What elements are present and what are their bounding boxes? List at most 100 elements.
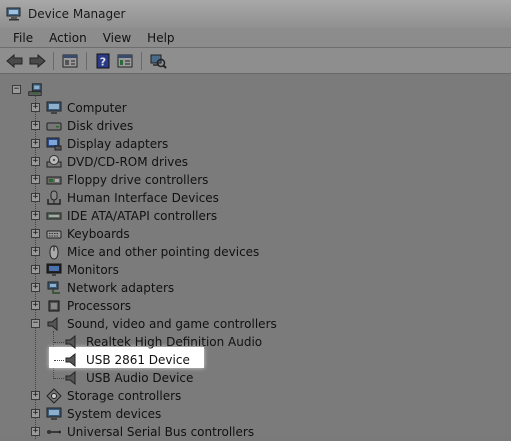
menu-action[interactable]: Action <box>41 31 95 45</box>
console-tree-button[interactable] <box>115 51 135 71</box>
expand-toggle[interactable]: + <box>31 391 40 400</box>
tree-item-processor[interactable]: + Processors <box>0 297 400 315</box>
speaker-icon <box>64 370 80 386</box>
computer-icon <box>46 100 62 116</box>
tree-child-label: Realtek High Definition Audio <box>86 335 263 349</box>
tree-item-label: Keyboards <box>67 227 130 241</box>
tree-item-label: Processors <box>67 299 132 313</box>
tree-item-mouse[interactable]: + Mice and other pointing devices <box>0 243 400 261</box>
forward-button[interactable] <box>27 51 47 71</box>
tree-child-item[interactable]: Realtek High Definition Audio <box>0 333 400 351</box>
tree-item-usb-controller[interactable]: + Universal Serial Bus controllers <box>0 423 400 441</box>
expand-toggle[interactable]: + <box>31 247 40 256</box>
storage-controller-icon <box>46 388 62 404</box>
expand-toggle[interactable]: + <box>31 139 40 148</box>
mouse-icon <box>46 244 62 260</box>
dvd-drive-icon <box>46 154 62 170</box>
menu-bar: File Action View Help <box>0 28 511 48</box>
title-bar: Device Manager <box>0 0 511 28</box>
tree-connector <box>54 378 64 379</box>
tree-item-label: Floppy drive controllers <box>67 173 209 187</box>
back-arrow-icon <box>6 53 23 68</box>
tree-item-network-adapter[interactable]: + Network adapters <box>0 279 400 297</box>
scan-hardware-button[interactable] <box>148 51 168 71</box>
expand-toggle[interactable]: + <box>31 103 40 112</box>
scan-hardware-icon <box>150 54 167 69</box>
expand-toggle[interactable]: + <box>31 301 40 310</box>
menu-file[interactable]: File <box>0 31 41 45</box>
back-button[interactable] <box>5 51 25 71</box>
tree-child-item[interactable]: USB 2861 Device <box>0 351 400 369</box>
tree-item-disk-drive[interactable]: + Disk drives <box>0 117 400 135</box>
tree-item-label: Monitors <box>67 263 119 277</box>
expand-toggle[interactable]: + <box>31 283 40 292</box>
tree-item-storage-controller[interactable]: + Storage controllers <box>0 387 400 405</box>
system-devices-icon <box>46 406 62 422</box>
expand-toggle[interactable]: + <box>31 193 40 202</box>
display-adapter-icon <box>46 136 62 152</box>
ide-controller-icon <box>46 208 62 224</box>
expand-toggle[interactable]: + <box>31 157 40 166</box>
usb-controller-icon <box>46 424 62 440</box>
tree-item-dvd-drive[interactable]: + DVD/CD-ROM drives <box>0 153 400 171</box>
properties-button[interactable] <box>60 51 80 71</box>
tree-connector <box>54 360 64 361</box>
monitor-icon <box>46 262 62 278</box>
toolbar: ? <box>0 48 511 74</box>
disk-drive-icon <box>46 118 62 134</box>
expand-toggle[interactable]: + <box>31 265 40 274</box>
tree-item-label: Sound, video and game controllers <box>67 317 277 331</box>
console-tree-icon <box>117 54 133 67</box>
keyboard-icon <box>46 226 62 242</box>
tree-item-display-adapter[interactable]: + Display adapters <box>0 135 400 153</box>
collapse-toggle[interactable]: − <box>12 85 21 94</box>
selected-device-label: USB 2861 Device <box>86 353 190 367</box>
floppy-controller-icon <box>46 172 62 188</box>
expand-toggle[interactable]: + <box>31 409 40 418</box>
toolbar-separator <box>53 51 54 70</box>
toolbar-separator <box>86 51 87 70</box>
tree-item-floppy-controller[interactable]: + Floppy drive controllers <box>0 171 400 189</box>
expand-toggle[interactable]: + <box>31 121 40 130</box>
tree-item-hid[interactable]: + Human Interface Devices <box>0 189 400 207</box>
window-title: Device Manager <box>28 7 126 21</box>
tree-child-label: USB Audio Device <box>86 371 194 385</box>
tree-item-label: Disk drives <box>67 119 134 133</box>
expand-toggle[interactable]: + <box>31 211 40 220</box>
toolbar-separator <box>141 51 142 70</box>
tree-item-computer[interactable]: + Computer <box>0 99 400 117</box>
menu-view[interactable]: View <box>95 31 139 45</box>
tree-child-item[interactable]: USB Audio Device <box>0 369 400 387</box>
tree-item-monitor[interactable]: + Monitors <box>0 261 400 279</box>
tree-item-speaker[interactable]: − Sound, video and game controllers <box>0 315 400 333</box>
computer-root-icon <box>27 82 43 98</box>
tree-item-label: Storage controllers <box>67 389 182 403</box>
speaker-icon <box>64 334 80 350</box>
tree-root[interactable]: − <box>0 81 60 99</box>
expand-toggle[interactable]: + <box>31 175 40 184</box>
processor-icon <box>46 298 62 314</box>
tree-item-label: Network adapters <box>67 281 175 295</box>
speaker-icon <box>46 316 62 332</box>
expand-toggle[interactable]: + <box>31 229 40 238</box>
help-button[interactable]: ? <box>93 51 113 71</box>
tree-item-system-devices[interactable]: + System devices <box>0 405 400 423</box>
tree-item-ide-controller[interactable]: + IDE ATA/ATAPI controllers <box>0 207 400 225</box>
collapse-toggle[interactable]: − <box>31 319 40 328</box>
speaker-icon <box>64 352 80 368</box>
properties-icon <box>62 54 78 67</box>
tree-item-label: Universal Serial Bus controllers <box>67 425 255 439</box>
tree-item-label: IDE ATA/ATAPI controllers <box>67 209 218 223</box>
tree-connector <box>54 342 64 343</box>
tree-item-label: System devices <box>67 407 162 421</box>
forward-arrow-icon <box>29 53 46 68</box>
tree-item-keyboard[interactable]: + Keyboards <box>0 225 400 243</box>
tree-item-label: DVD/CD-ROM drives <box>67 155 189 169</box>
device-manager-icon <box>6 7 22 21</box>
tree-item-label: Display adapters <box>67 137 169 151</box>
tree-item-label: Mice and other pointing devices <box>67 245 260 259</box>
menu-help[interactable]: Help <box>139 31 182 45</box>
svg-text:?: ? <box>100 55 106 68</box>
help-icon: ? <box>96 53 110 68</box>
expand-toggle[interactable]: + <box>31 427 40 436</box>
